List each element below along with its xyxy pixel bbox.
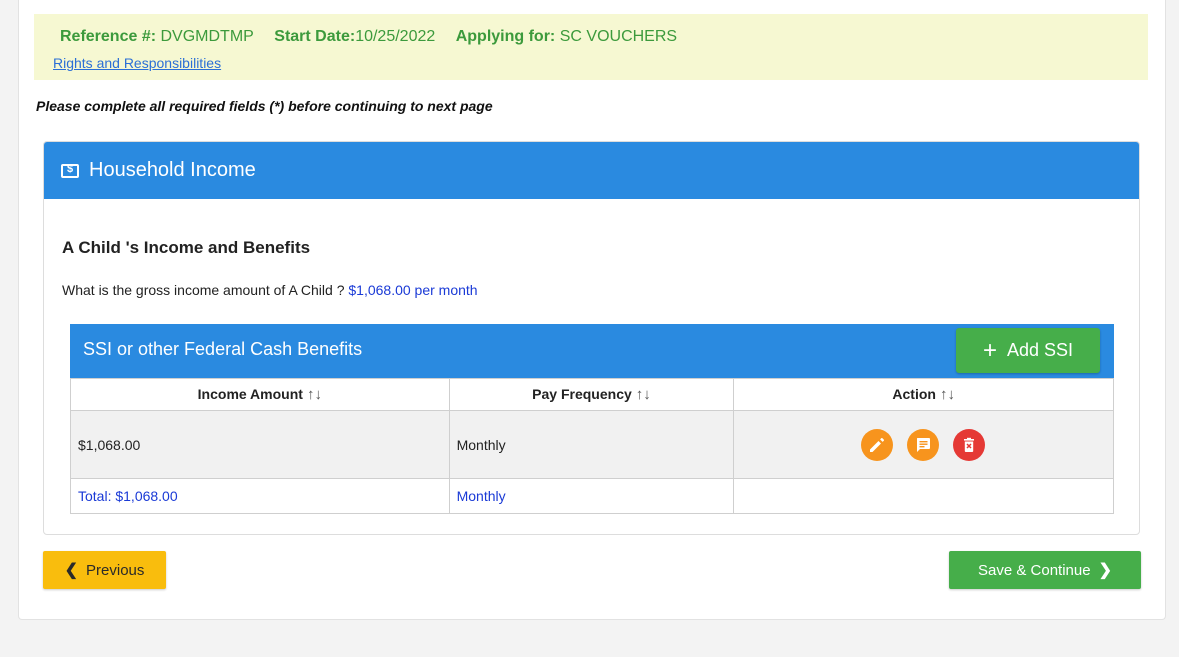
pay-frequency-cell: Monthly <box>448 410 735 479</box>
reference-label: Reference #: <box>60 28 157 45</box>
column-income-amount[interactable]: Income Amount ↑↓ <box>70 378 450 411</box>
start-date-value: 10/25/2022 <box>355 28 436 45</box>
sort-icon[interactable]: ↑↓ <box>307 386 322 403</box>
gross-income-question: What is the gross income amount of A Chi… <box>62 282 478 298</box>
column-action[interactable]: Action ↑↓ <box>733 378 1114 411</box>
add-ssi-label: Add SSI <box>1006 340 1074 360</box>
edit-button[interactable] <box>861 428 894 461</box>
sort-icon[interactable]: ↑↓ <box>636 386 651 403</box>
money-icon <box>61 163 79 178</box>
save-continue-label: Save & Continue <box>978 561 1091 579</box>
save-continue-button[interactable]: Save & Continue ❯ <box>949 551 1141 589</box>
gross-income-amount: $1,068.00 per month <box>348 282 478 298</box>
household-income-panel: Household Income A Child 's Income and B… <box>43 141 1140 535</box>
chevron-right-icon: ❯ <box>1098 562 1112 579</box>
previous-label: Previous <box>86 561 145 579</box>
table-row: $1,068.00 Monthly <box>70 410 1114 479</box>
total-row: Total: $1,068.00 Monthly <box>70 478 1114 514</box>
gross-income-label: What is the gross income amount of A Chi… <box>62 282 345 298</box>
delete-icon <box>964 437 975 452</box>
start-date-label: Start Date: <box>274 28 356 45</box>
applying-for-label: Applying for: <box>455 28 556 45</box>
sort-icon[interactable]: ↑↓ <box>940 386 955 403</box>
action-cell <box>733 410 1114 479</box>
ssi-table: Income Amount ↑↓ Pay Frequency ↑↓ Action ↑↓… <box>70 378 1114 514</box>
reference-value: DVGMDTMP <box>160 28 254 45</box>
applying-for-value: SC VOUCHERS <box>559 28 678 45</box>
column-pay-frequency[interactable]: Pay Frequency ↑↓ <box>448 378 735 411</box>
chevron-left-icon: ❮ <box>64 562 79 579</box>
panel-title: Household Income <box>89 159 256 181</box>
total-action-cell <box>733 478 1114 514</box>
edit-icon <box>870 437 885 452</box>
table-header-row: Income Amount ↑↓ Pay Frequency ↑↓ Action ↑↓ <box>70 378 1114 411</box>
rights-responsibilities-link[interactable]: Rights and Responsibilities <box>53 55 221 71</box>
total-amount-cell: Total: $1,068.00 <box>70 478 450 514</box>
add-ssi-button[interactable]: + Add SSI <box>956 328 1100 373</box>
reference-line: Reference #: DVGMDTMP Start Date:10/25/2… <box>60 28 693 46</box>
ssi-header: SSI or other Federal Cash Benefits + Add… <box>70 324 1114 378</box>
reference-banner: Reference #: DVGMDTMP Start Date:10/25/2… <box>34 14 1148 80</box>
panel-header: Household Income <box>44 142 1139 199</box>
plus-icon: + <box>982 336 997 364</box>
required-fields-instructions: Please complete all required fields (*) … <box>36 98 493 114</box>
delete-button[interactable] <box>953 428 986 461</box>
comment-button[interactable] <box>907 428 940 461</box>
previous-button[interactable]: ❮ Previous <box>43 551 166 589</box>
section-title: A Child 's Income and Benefits <box>62 238 311 257</box>
comment-icon <box>917 437 931 452</box>
ssi-title: SSI or other Federal Cash Benefits <box>83 339 363 359</box>
income-amount-cell: $1,068.00 <box>70 410 450 479</box>
total-frequency-cell: Monthly <box>448 478 735 514</box>
